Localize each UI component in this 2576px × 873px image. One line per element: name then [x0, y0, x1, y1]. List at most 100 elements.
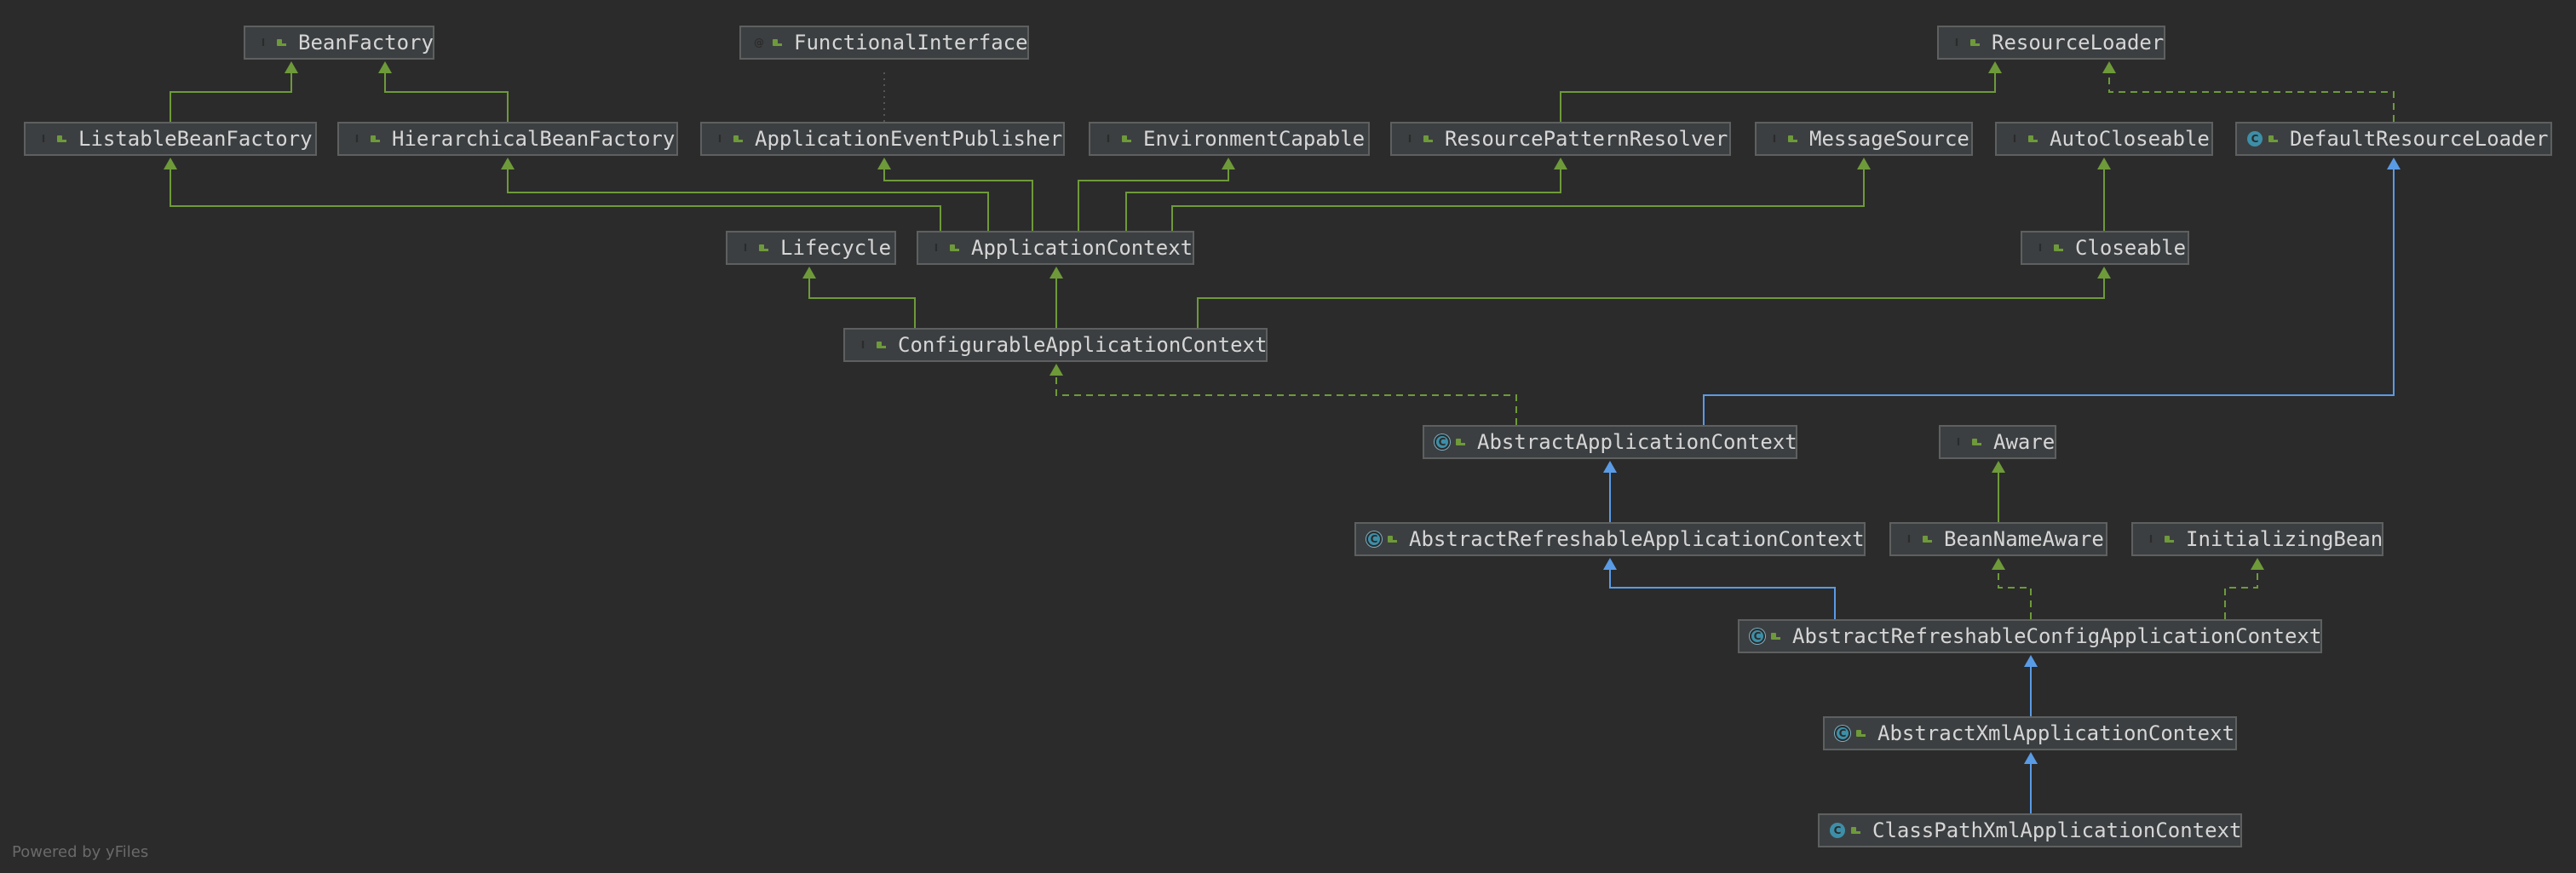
- node-label: AutoCloseable: [2050, 127, 2210, 151]
- node-hierarchical-bean-factory[interactable]: I HierarchicalBeanFactory: [337, 122, 678, 156]
- node-label: FunctionalInterface: [794, 31, 1028, 55]
- node-application-context[interactable]: I ApplicationContext: [917, 231, 1194, 265]
- interface-icon: I: [1956, 436, 1961, 448]
- node-label: AbstractRefreshableApplicationContext: [1409, 527, 1865, 551]
- node-environment-capable[interactable]: I EnvironmentCapable: [1089, 122, 1370, 156]
- arrowhead-icon: [2102, 61, 2116, 73]
- arrowhead-icon: [1988, 61, 2002, 73]
- public-visibility-icon: [874, 339, 888, 351]
- edge-class-extends: [1703, 158, 2401, 425]
- node-message-source[interactable]: I MessageSource: [1755, 122, 1973, 156]
- arrowhead-icon: [2024, 752, 2038, 764]
- edge-extends: [1560, 61, 2002, 122]
- edge-extends: [1125, 158, 1567, 231]
- node-class-path-xml-application-context[interactable]: C ClassPathXmlApplicationContext: [1818, 813, 2242, 847]
- public-visibility-icon: [2266, 133, 2280, 145]
- node-label: HierarchicalBeanFactory: [392, 127, 676, 151]
- node-aware[interactable]: I Aware: [1939, 425, 2056, 459]
- edge-line: [1055, 374, 1517, 425]
- interface-icon: I: [2012, 133, 2017, 145]
- node-abstract-refreshable-config-application-context[interactable]: C AbstractRefreshableConfigApplicationCo…: [1738, 619, 2322, 653]
- node-application-event-publisher[interactable]: I ApplicationEventPublisher: [700, 122, 1065, 156]
- node-label: Aware: [1993, 430, 2056, 454]
- node-label: InitializingBean: [2186, 527, 2383, 551]
- interface-icon: I: [717, 133, 722, 145]
- edge-extends: [164, 158, 941, 231]
- node-label: BeanNameAware: [1944, 527, 2104, 551]
- public-visibility-icon: [1785, 133, 1799, 145]
- node-configurable-application-context[interactable]: I ConfigurableApplicationContext: [843, 328, 1268, 362]
- class-icon: C: [2247, 131, 2263, 146]
- abstract-class-icon: C: [1835, 726, 1850, 741]
- public-visibility-icon: [2026, 133, 2039, 145]
- arrowhead-icon: [2097, 267, 2111, 279]
- public-visibility-icon: [1768, 630, 1782, 642]
- edge-line: [1125, 168, 1561, 231]
- arrowhead-icon: [1603, 461, 1617, 473]
- node-resource-pattern-resolver[interactable]: I ResourcePatternResolver: [1390, 122, 1731, 156]
- node-abstract-application-context[interactable]: C AbstractApplicationContext: [1423, 425, 1797, 459]
- node-functional-interface[interactable]: @ FunctionalInterface: [739, 26, 1029, 60]
- edge-class-extends: [2024, 752, 2038, 813]
- edge-extends: [501, 158, 989, 231]
- edge-implements: [1049, 364, 1517, 425]
- edge-line: [883, 168, 1033, 231]
- arrowhead-icon: [1222, 158, 1235, 169]
- edge-line: [384, 72, 509, 122]
- interface-icon: I: [2038, 242, 2043, 254]
- public-visibility-icon: [2162, 533, 2176, 545]
- node-label: AbstractRefreshableConfigApplicationCont…: [1792, 624, 2322, 648]
- edge-extends: [170, 61, 298, 122]
- node-label: ResourcePatternResolver: [1445, 127, 1728, 151]
- arrowhead-icon: [802, 267, 816, 279]
- node-label: AbstractXmlApplicationContext: [1877, 721, 2235, 745]
- public-visibility-icon: [274, 37, 288, 49]
- watermark: Powered by yFiles: [12, 843, 149, 861]
- node-bean-name-aware[interactable]: I BeanNameAware: [1889, 522, 2107, 556]
- edge-line: [507, 168, 989, 231]
- node-label: MessageSource: [1809, 127, 1969, 151]
- interface-icon: I: [1772, 133, 1777, 145]
- node-label: ListableBeanFactory: [78, 127, 313, 151]
- node-initializing-bean[interactable]: I InitializingBean: [2131, 522, 2383, 556]
- arrowhead-icon: [2387, 158, 2401, 169]
- public-visibility-icon: [368, 133, 382, 145]
- node-default-resource-loader[interactable]: C DefaultResourceLoader: [2235, 122, 2552, 156]
- edge-line: [808, 277, 916, 328]
- node-closeable[interactable]: I Closeable: [2021, 231, 2189, 265]
- node-label: EnvironmentCapable: [1143, 127, 1366, 151]
- edge-implements: [1992, 558, 2032, 619]
- node-listable-bean-factory[interactable]: I ListableBeanFactory: [24, 122, 317, 156]
- node-label: ConfigurableApplicationContext: [898, 333, 1268, 357]
- public-visibility-icon: [2051, 242, 2065, 254]
- edge-implements: [2102, 61, 2395, 122]
- interface-icon: I: [1906, 533, 1912, 545]
- node-auto-closeable[interactable]: I AutoCloseable: [1995, 122, 2213, 156]
- edge-extends: [378, 61, 509, 122]
- abstract-class-icon: C: [1750, 629, 1765, 644]
- node-bean-factory[interactable]: I BeanFactory: [244, 26, 434, 60]
- node-label: ApplicationContext: [971, 236, 1193, 260]
- edge-class-extends: [1603, 558, 1836, 619]
- edge-line: [1171, 168, 1865, 231]
- node-label: ResourceLoader: [1992, 31, 2165, 55]
- public-visibility-icon: [731, 133, 745, 145]
- public-visibility-icon: [1854, 727, 1867, 739]
- node-abstract-xml-application-context[interactable]: C AbstractXmlApplicationContext: [1823, 716, 2237, 750]
- node-label: DefaultResourceLoader: [2290, 127, 2549, 151]
- abstract-class-icon: C: [1366, 531, 1382, 547]
- edge-extends: [2097, 158, 2111, 231]
- edge-class-extends: [1603, 461, 1617, 522]
- node-abstract-refreshable-application-context[interactable]: C AbstractRefreshableApplicationContext: [1354, 522, 1866, 556]
- node-label: AbstractApplicationContext: [1477, 430, 1797, 454]
- node-lifecycle[interactable]: I Lifecycle: [726, 231, 896, 265]
- annotation-icon: @: [754, 37, 764, 49]
- public-visibility-icon: [1385, 533, 1399, 545]
- public-visibility-icon: [55, 133, 68, 145]
- edge-line: [1998, 568, 2032, 619]
- node-resource-loader[interactable]: I ResourceLoader: [1937, 26, 2165, 60]
- edge-extends: [877, 158, 1033, 231]
- interface-icon: I: [2148, 533, 2153, 545]
- arrowhead-icon: [285, 61, 298, 73]
- edge-extends: [1197, 267, 2111, 328]
